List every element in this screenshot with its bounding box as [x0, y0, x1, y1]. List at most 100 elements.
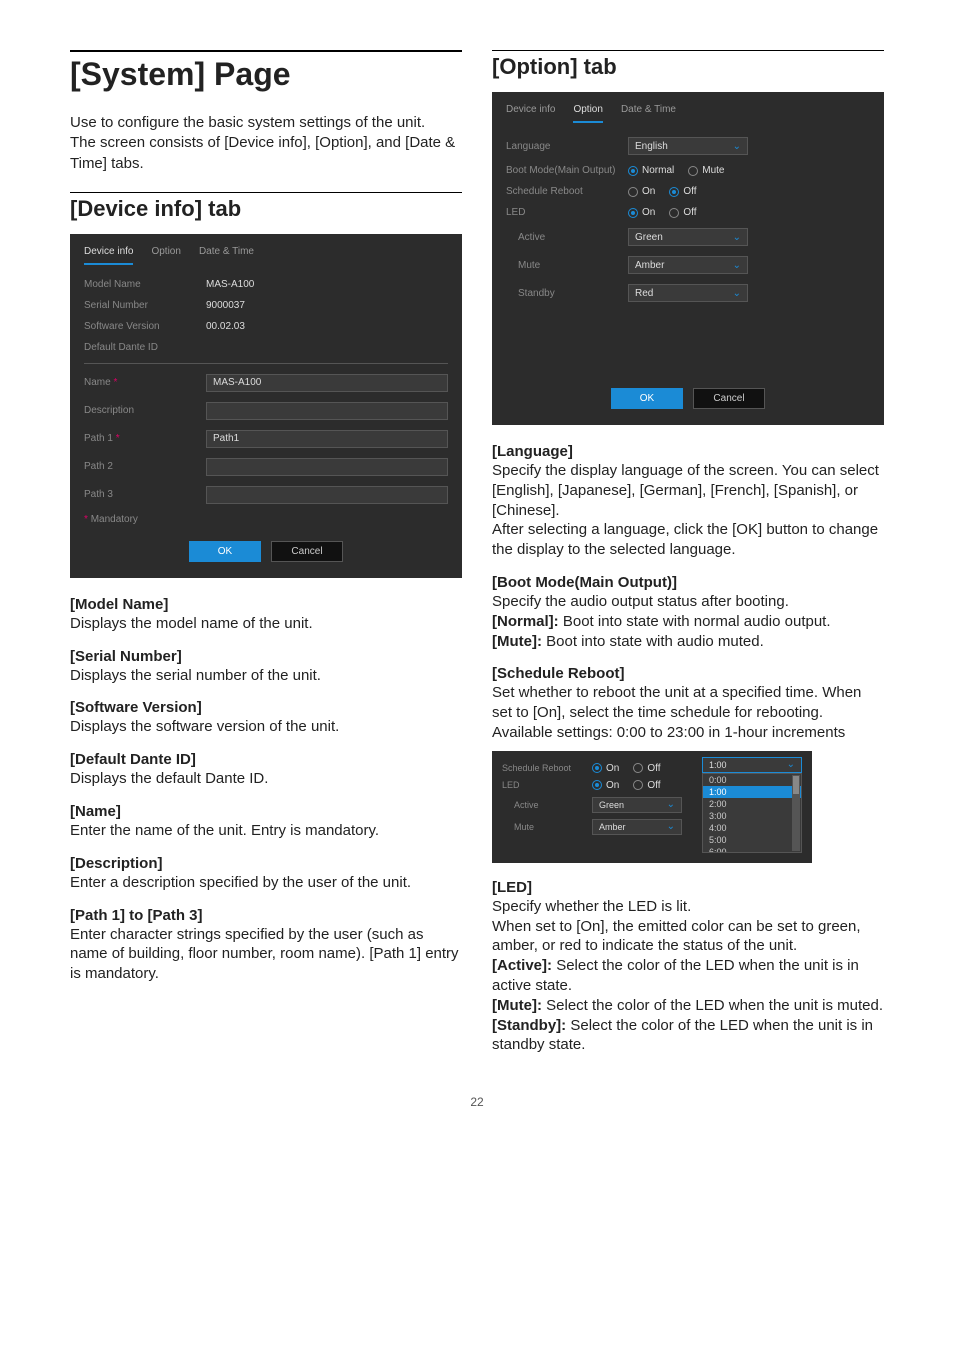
cancel-button[interactable]: Cancel — [693, 388, 765, 409]
name-input[interactable] — [206, 374, 448, 392]
mandatory-note: * Mandatory — [84, 514, 448, 525]
software-version-label: Software Version — [84, 321, 194, 332]
name-body: Enter the name of the unit. Entry is man… — [70, 821, 462, 841]
software-version-value: 00.02.03 — [206, 321, 245, 332]
path-body: Enter character strings specified by the… — [70, 925, 462, 984]
led-standby-label: Standby — [506, 288, 616, 299]
path1-input[interactable] — [206, 430, 448, 448]
led-active-label: Active — [506, 232, 616, 243]
chevron-down-icon: ⌄ — [667, 799, 675, 810]
time-option[interactable]: 1:00 — [703, 786, 801, 798]
chevron-down-icon: ⌄ — [733, 141, 741, 152]
default-dante-id-head: [Default Dante ID] — [70, 751, 462, 768]
time-option[interactable]: 0:00 — [703, 774, 801, 786]
option-tab-heading: [Option] tab — [492, 54, 884, 80]
led-off-radio[interactable]: Off — [669, 207, 696, 218]
tab-date-time[interactable]: Date & Time — [621, 104, 676, 123]
led-small-off-radio[interactable]: Off — [633, 780, 660, 791]
time-option[interactable]: 5:00 — [703, 834, 801, 846]
time-option[interactable]: 3:00 — [703, 810, 801, 822]
boot-mode-normal-radio[interactable]: Normal — [628, 165, 674, 176]
chevron-down-icon: ⌄ — [667, 821, 675, 832]
led-mute-def: [Mute]: Select the color of the LED when… — [492, 996, 884, 1016]
language-head: [Language] — [492, 443, 884, 460]
schedule-reboot-off-radio[interactable]: Off — [669, 186, 696, 197]
active-small-label: Active — [502, 800, 584, 810]
page-number: 22 — [70, 1095, 884, 1109]
model-name-body: Displays the model name of the unit. — [70, 614, 462, 634]
active-small-select[interactable]: Green⌄ — [592, 797, 682, 813]
schedule-reboot-body2: Available settings: 0:00 to 23:00 in 1-h… — [492, 723, 884, 743]
tab-option[interactable]: Option — [151, 246, 180, 265]
cancel-button[interactable]: Cancel — [271, 541, 343, 562]
chevron-down-icon: ⌄ — [787, 759, 795, 770]
time-option[interactable]: 6:00 — [703, 846, 801, 853]
scrollbar[interactable] — [792, 775, 800, 851]
path3-input[interactable] — [206, 486, 448, 504]
serial-number-body: Displays the serial number of the unit. — [70, 666, 462, 686]
name-head: [Name] — [70, 803, 462, 820]
ok-button[interactable]: OK — [611, 388, 683, 409]
led-small-on-radio[interactable]: On — [592, 780, 619, 791]
schedule-reboot-head: [Schedule Reboot] — [492, 665, 884, 682]
led-head: [LED] — [492, 879, 884, 896]
chevron-down-icon: ⌄ — [733, 288, 741, 299]
device-info-heading: [Device info] tab — [70, 196, 462, 222]
led-small-label: LED — [502, 780, 584, 790]
boot-mode-head: [Boot Mode(Main Output)] — [492, 574, 884, 591]
chevron-down-icon: ⌄ — [733, 232, 741, 243]
led-on-radio[interactable]: On — [628, 207, 655, 218]
language-body: Specify the display language of the scre… — [492, 461, 884, 560]
description-input-label: Description — [84, 405, 194, 416]
schedule-reboot-panel: Schedule Reboot On Off LED On Off — [492, 751, 812, 863]
intro-text: Use to configure the basic system settin… — [70, 113, 462, 174]
led-active-select[interactable]: Green⌄ — [628, 228, 748, 246]
time-option[interactable]: 2:00 — [703, 798, 801, 810]
option-panel: Device info Option Date & Time Language … — [492, 92, 884, 425]
default-dante-id-label: Default Dante ID — [84, 342, 194, 353]
language-label: Language — [506, 141, 616, 152]
name-input-label: Name * — [84, 377, 194, 388]
description-head: [Description] — [70, 855, 462, 872]
led-active-def: [Active]: Select the color of the LED wh… — [492, 956, 884, 996]
time-dropdown-list[interactable]: 0:00 1:00 2:00 3:00 4:00 5:00 6:00 7:00 — [702, 773, 802, 853]
model-name-value: MAS-A100 — [206, 279, 254, 290]
boot-normal-def: [Normal]: Boot into state with normal au… — [492, 612, 884, 632]
default-dante-id-body: Displays the default Dante ID. — [70, 769, 462, 789]
chevron-down-icon: ⌄ — [733, 260, 741, 271]
language-select[interactable]: English⌄ — [628, 137, 748, 155]
serial-number-head: [Serial Number] — [70, 648, 462, 665]
tab-device-info[interactable]: Device info — [506, 104, 555, 123]
model-name-head: [Model Name] — [70, 596, 462, 613]
time-option[interactable]: 4:00 — [703, 822, 801, 834]
ok-button[interactable]: OK — [189, 541, 261, 562]
path1-input-label: Path 1 * — [84, 433, 194, 444]
serial-number-label: Serial Number — [84, 300, 194, 311]
description-input[interactable] — [206, 402, 448, 420]
boot-mode-label: Boot Mode(Main Output) — [506, 165, 616, 176]
schedule-reboot-on-radio[interactable]: On — [628, 186, 655, 197]
led-mute-select[interactable]: Amber⌄ — [628, 256, 748, 274]
path2-input-label: Path 2 — [84, 461, 194, 472]
sched-small-off-radio[interactable]: Off — [633, 763, 660, 774]
serial-number-value: 9000037 — [206, 300, 245, 311]
mute-small-select[interactable]: Amber⌄ — [592, 819, 682, 835]
path2-input[interactable] — [206, 458, 448, 476]
sched-small-on-radio[interactable]: On — [592, 763, 619, 774]
sched-small-label: Schedule Reboot — [502, 763, 584, 773]
time-select[interactable]: 1:00⌄ — [702, 757, 802, 773]
led-mute-label: Mute — [506, 260, 616, 271]
boot-mode-mute-radio[interactable]: Mute — [688, 165, 724, 176]
tab-device-info[interactable]: Device info — [84, 246, 133, 265]
led-standby-def: [Standby]: Select the color of the LED w… — [492, 1016, 884, 1056]
boot-mode-body: Specify the audio output status after bo… — [492, 592, 884, 612]
software-version-body: Displays the software version of the uni… — [70, 717, 462, 737]
tab-date-time[interactable]: Date & Time — [199, 246, 254, 265]
schedule-reboot-label: Schedule Reboot — [506, 186, 616, 197]
tab-option[interactable]: Option — [573, 104, 602, 123]
model-name-label: Model Name — [84, 279, 194, 290]
led-label: LED — [506, 207, 616, 218]
software-version-head: [Software Version] — [70, 699, 462, 716]
mute-small-label: Mute — [502, 822, 584, 832]
led-standby-select[interactable]: Red⌄ — [628, 284, 748, 302]
